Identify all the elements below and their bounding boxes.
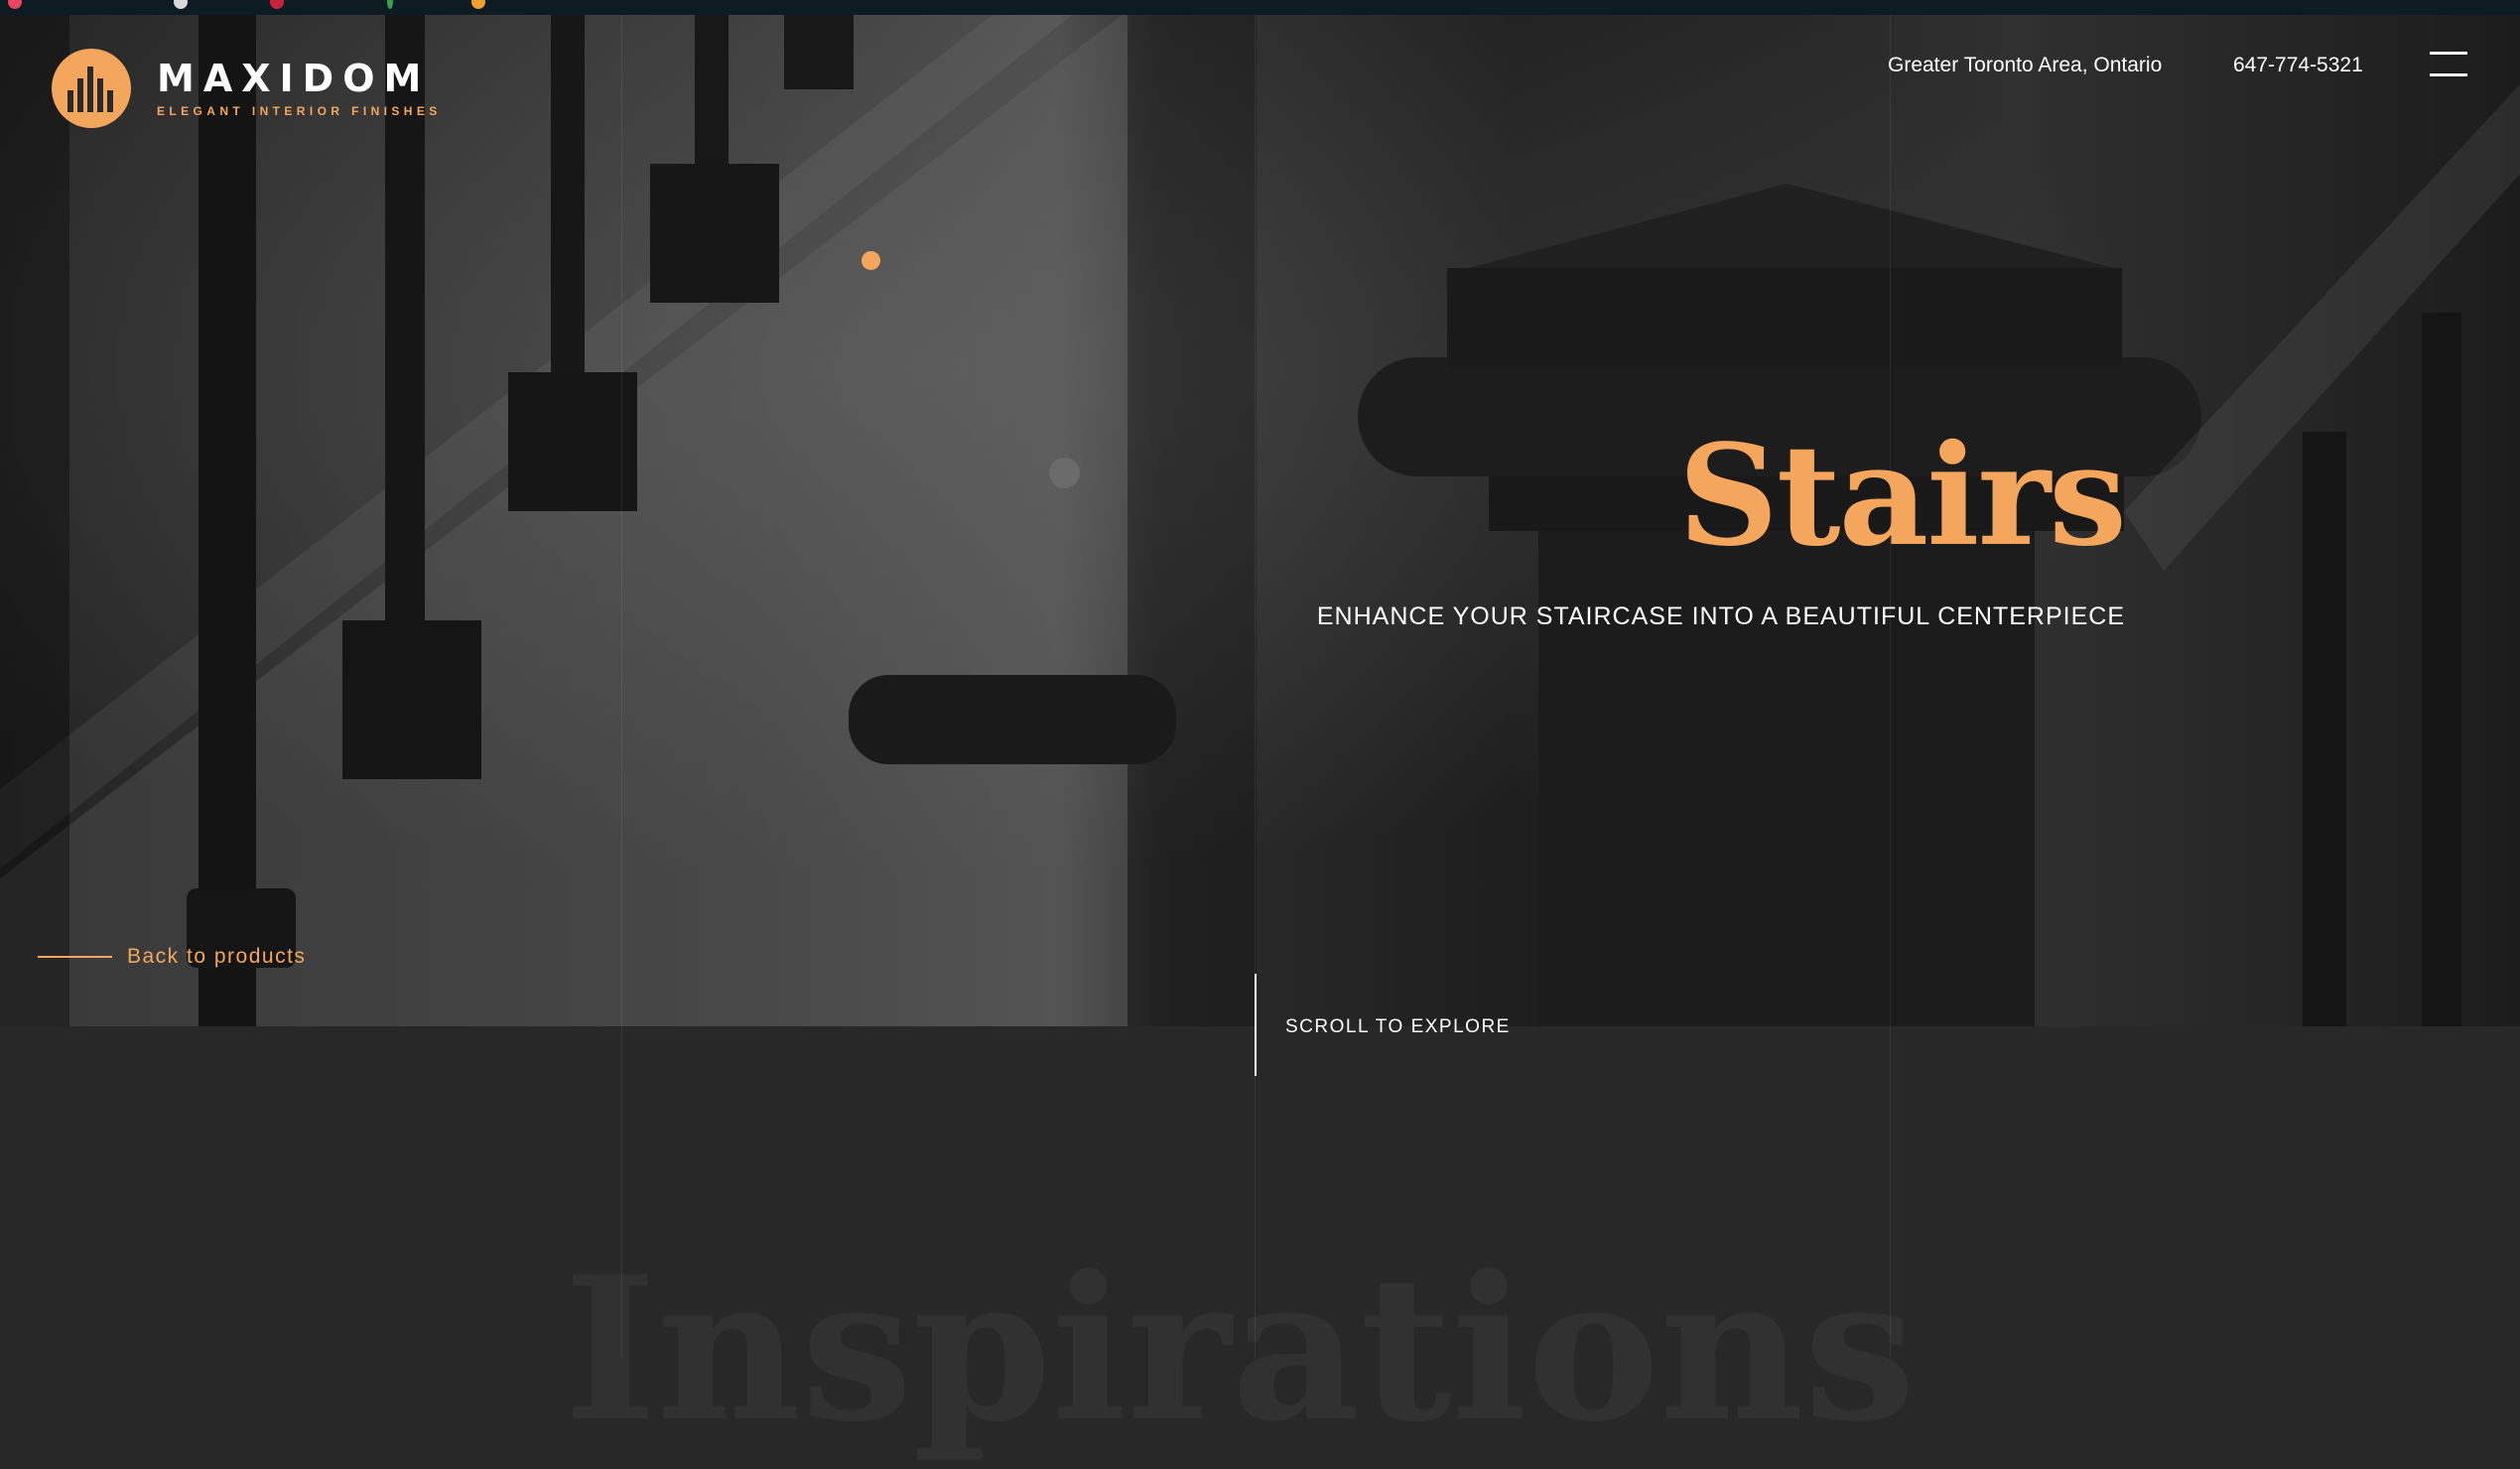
header-phone-link[interactable]: 647-774-5321: [2233, 54, 2363, 77]
decorative-dot: [862, 251, 880, 270]
grid-divider: [1255, 15, 1256, 1358]
grid-divider: [1890, 15, 1891, 1358]
brand-name: MAXIDOM: [157, 57, 431, 100]
tab-favicon-icon[interactable]: [174, 0, 188, 9]
page-title: Stairs: [1677, 415, 2127, 578]
cursor-dot: [1049, 458, 1080, 488]
brand-tagline: ELEGANT INTERIOR FINISHES: [157, 104, 442, 118]
scroll-to-explore[interactable]: SCROLL TO EXPLORE: [1285, 1016, 1511, 1038]
tab-favicon-icon[interactable]: [471, 0, 485, 9]
back-link-line: [38, 956, 112, 958]
tab-favicon-icon[interactable]: [8, 0, 22, 9]
back-to-products-link[interactable]: Back to products: [38, 945, 306, 969]
section-watermark-title: Inspirations: [564, 1233, 1917, 1466]
logo-mark-icon: [52, 49, 131, 128]
scroll-indicator-line: [1255, 974, 1257, 1076]
hero-section: [0, 15, 2520, 1026]
tab-favicon-icon[interactable]: [270, 0, 284, 9]
back-link-label: Back to products: [127, 945, 307, 968]
page-subtitle: ENHANCE YOUR STAIRCASE INTO A BEAUTIFUL …: [1316, 602, 2125, 630]
browser-top-bar: [0, 0, 2520, 15]
grid-divider: [621, 15, 622, 1358]
tab-favicon-icon[interactable]: [387, 0, 393, 9]
brand-logo[interactable]: MAXIDOM ELEGANT INTERIOR FINISHES: [52, 49, 442, 128]
staircase-photo: [0, 15, 2520, 1026]
hamburger-menu-icon[interactable]: [2430, 52, 2467, 79]
header-location: Greater Toronto Area, Ontario: [1888, 54, 2163, 76]
